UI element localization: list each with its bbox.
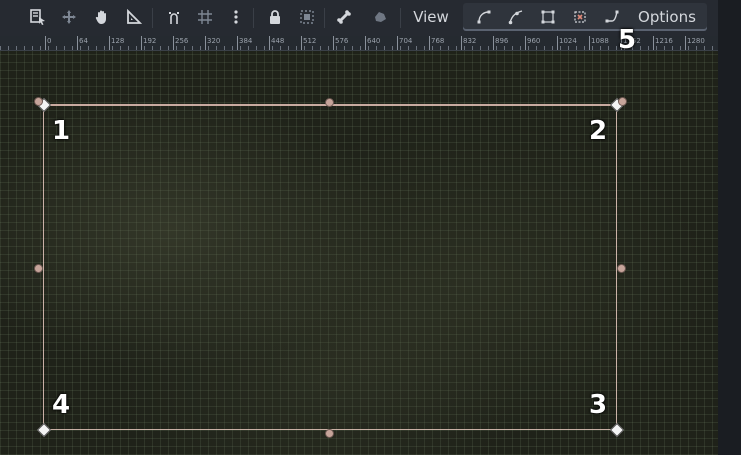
ruler-label: 1216 bbox=[655, 37, 673, 45]
toolbar-separator bbox=[400, 8, 401, 28]
toolbar-separator bbox=[152, 8, 153, 28]
ruler-major-tick bbox=[589, 36, 590, 50]
node-curve-icon bbox=[477, 10, 491, 24]
grid-snap-tool[interactable] bbox=[194, 4, 216, 30]
pan-tool[interactable] bbox=[91, 4, 113, 30]
toolbar-separator bbox=[324, 8, 325, 28]
annotation-4: 4 bbox=[52, 390, 71, 420]
annotation-3: 3 bbox=[589, 390, 608, 420]
lock-tool[interactable] bbox=[264, 4, 286, 30]
ruler-major-tick bbox=[333, 36, 334, 50]
group-tool[interactable] bbox=[296, 4, 318, 30]
mid-handle-bottom[interactable] bbox=[325, 429, 334, 438]
horizontal-ruler[interactable]: 0 64 128 192 256 320 384 448 512 576 640 704 768 832 8… bbox=[0, 36, 718, 51]
ruler-major-tick bbox=[77, 36, 78, 50]
ruler-major-tick bbox=[141, 36, 142, 50]
ruler-label: 960 bbox=[527, 37, 541, 45]
panel-edge bbox=[718, 0, 741, 455]
bounding-box-icon bbox=[541, 10, 555, 24]
mid-handle-left[interactable] bbox=[34, 264, 43, 273]
snap-nodes-tool[interactable] bbox=[473, 4, 495, 30]
lock-icon bbox=[270, 10, 280, 24]
ruler-label: 576 bbox=[335, 37, 349, 45]
snap-bbox-tool[interactable] bbox=[537, 4, 559, 30]
ruler-label: 1088 bbox=[591, 37, 609, 45]
select-mode-tool[interactable] bbox=[27, 4, 49, 30]
ruler-label: 1024 bbox=[559, 37, 577, 45]
smart-snap-tool[interactable] bbox=[163, 4, 185, 30]
kebab-menu-icon bbox=[234, 10, 238, 24]
grid-icon bbox=[198, 10, 212, 24]
ruler-label: 128 bbox=[111, 37, 125, 45]
ruler-label: 1280 bbox=[687, 37, 705, 45]
ruler-major-tick bbox=[493, 36, 494, 50]
ruler-major-tick bbox=[45, 36, 46, 50]
ruler-label: 832 bbox=[463, 37, 477, 45]
move-tool[interactable] bbox=[58, 4, 80, 30]
ruler-major-tick bbox=[525, 36, 526, 50]
bone-icon bbox=[337, 10, 351, 24]
rotate-handle-top-right[interactable] bbox=[618, 97, 627, 106]
ruler-label: 64 bbox=[79, 37, 88, 45]
ruler-label: 256 bbox=[175, 37, 189, 45]
ruler-label: 896 bbox=[495, 37, 509, 45]
options-menu[interactable]: Options bbox=[630, 4, 704, 30]
ruler-label: 320 bbox=[207, 37, 221, 45]
annotation-2: 2 bbox=[589, 116, 608, 146]
ruler-major-tick bbox=[205, 36, 206, 50]
group-icon bbox=[300, 10, 314, 24]
shape-icon bbox=[375, 12, 386, 22]
move-arrows-icon bbox=[62, 10, 76, 24]
ruler-major-tick bbox=[109, 36, 110, 50]
ruler-major-tick bbox=[173, 36, 174, 50]
ruler-major-tick bbox=[653, 36, 654, 50]
ruler-major-tick bbox=[397, 36, 398, 50]
snap-curve-tool[interactable] bbox=[505, 4, 527, 30]
ruler-label: 704 bbox=[399, 37, 413, 45]
select-list-icon bbox=[30, 9, 45, 25]
ruler-label: 448 bbox=[271, 37, 285, 45]
center-snap-icon bbox=[574, 11, 586, 23]
hand-icon bbox=[95, 10, 106, 24]
annotation-1: 1 bbox=[52, 116, 71, 146]
rotate-handle-top-left[interactable] bbox=[34, 97, 43, 106]
bezier-icon bbox=[508, 10, 523, 25]
ruler-major-tick bbox=[557, 36, 558, 50]
ruler-major-tick bbox=[461, 36, 462, 50]
view-menu[interactable]: View bbox=[406, 4, 456, 30]
toolbar-separator bbox=[253, 8, 254, 28]
ruler-label: 512 bbox=[303, 37, 317, 45]
skeleton-tool[interactable] bbox=[333, 4, 355, 30]
mid-handle-right[interactable] bbox=[617, 264, 626, 273]
polygon-tool[interactable] bbox=[369, 4, 391, 30]
canvas-toolbar: View Options bbox=[0, 0, 718, 36]
ruler-major-tick bbox=[301, 36, 302, 50]
ruler-tool[interactable] bbox=[123, 4, 145, 30]
ruler-label: 640 bbox=[367, 37, 381, 45]
ruler-label: 0 bbox=[47, 37, 52, 45]
ruler-major-tick bbox=[365, 36, 366, 50]
ruler-major-tick bbox=[269, 36, 270, 50]
annotation-5: 5 bbox=[618, 25, 637, 55]
mid-handle-top[interactable] bbox=[325, 98, 334, 107]
ruler-major-tick bbox=[685, 36, 686, 50]
path-snap-icon bbox=[605, 10, 619, 23]
ruler-major-tick bbox=[429, 36, 430, 50]
ruler-label: 384 bbox=[239, 37, 253, 45]
set-square-icon bbox=[127, 9, 142, 24]
ruler-label: 768 bbox=[431, 37, 445, 45]
smart-snap-icon bbox=[169, 12, 179, 24]
snap-center-tool[interactable] bbox=[569, 4, 591, 30]
ruler-major-tick bbox=[237, 36, 238, 50]
snap-options-tool[interactable] bbox=[225, 4, 247, 30]
ruler-label: 192 bbox=[143, 37, 157, 45]
selection-rectangle[interactable] bbox=[43, 104, 617, 430]
